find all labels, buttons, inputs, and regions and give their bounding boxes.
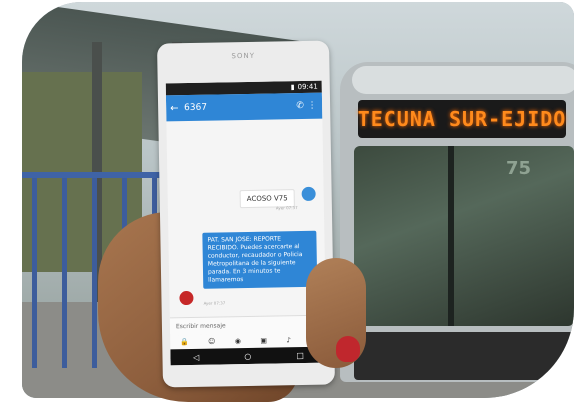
more-options-icon[interactable]: ⋮ <box>306 101 318 111</box>
back-arrow-icon[interactable]: ← <box>170 103 184 114</box>
android-nav-bar: ◁ ○ □ <box>170 346 327 366</box>
conversation-title: 6367 <box>184 102 208 114</box>
bus-route-number: 75 <box>506 158 532 179</box>
message-input[interactable]: Escribir mensaje <box>176 322 226 330</box>
incoming-message: PAT. SAN JOSE: REPORTE RECIBIDO. Puedes … <box>202 230 318 289</box>
bus-destination-sign: TECUNA SUR-EJIDO <box>358 100 566 138</box>
message-timestamp: Ayer 07:37 <box>203 300 226 306</box>
battery-icon: ▮ <box>290 83 295 92</box>
sticker-icon[interactable]: ☺ <box>208 338 215 346</box>
camera-icon[interactable]: ◉ <box>235 337 241 345</box>
avatar <box>301 186 316 202</box>
nav-back-icon[interactable]: ◁ <box>193 352 199 361</box>
phone-screen: ▮ 09:41 ← 6367 ✆ ⋮ ACOSO V75 Ayer 07:37 … <box>165 80 327 366</box>
bus-windshield <box>354 146 574 326</box>
status-time: 09:41 <box>297 82 318 92</box>
windshield-divider <box>448 146 454 326</box>
nav-recents-icon[interactable]: □ <box>296 351 304 360</box>
image-icon[interactable]: ▣ <box>260 337 267 345</box>
avatar <box>179 290 194 306</box>
message-timestamp: Ayer 07:37 <box>275 205 298 211</box>
bus-roof <box>352 66 574 94</box>
call-icon[interactable]: ✆ <box>294 101 306 111</box>
bus: TECUNA SUR-EJIDO 75 <box>340 62 574 382</box>
bus-front-bumper <box>354 332 574 380</box>
conversation-header: ← 6367 ✆ ⋮ <box>165 92 323 122</box>
photo-frame: TECUNA SUR-EJIDO 75 SONY ▮ 09:41 ← 6367 … <box>0 0 576 419</box>
phone-brand: SONY <box>231 51 256 61</box>
nav-home-icon[interactable]: ○ <box>244 351 251 360</box>
painted-nail <box>336 336 360 362</box>
microphone-icon[interactable]: ♪ <box>286 336 291 344</box>
destination-text: TECUNA SUR-EJIDO <box>357 107 567 131</box>
lock-icon[interactable]: 🔒 <box>180 338 189 346</box>
